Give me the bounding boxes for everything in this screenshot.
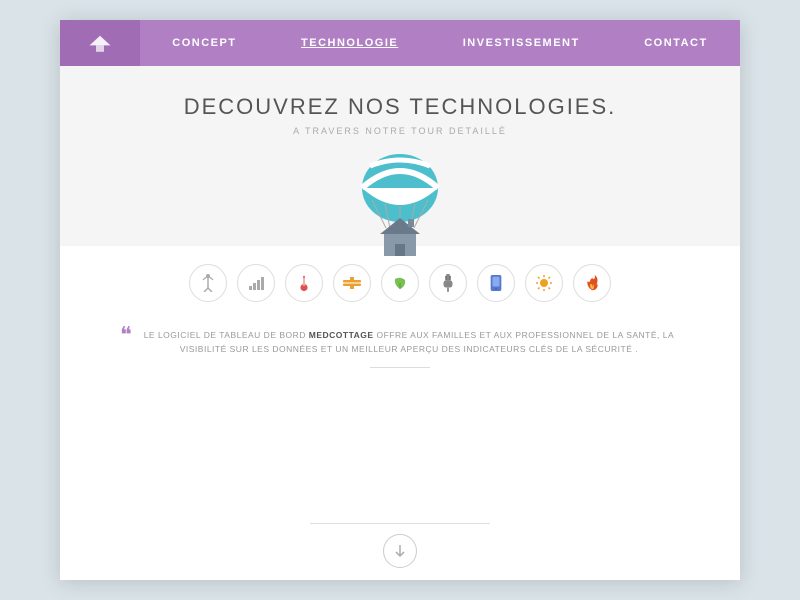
quote-brand: MEDCOTTAGE	[309, 330, 374, 340]
leaf-icon	[392, 275, 408, 291]
bottom-section	[60, 384, 740, 580]
icon-signal[interactable]	[237, 264, 275, 302]
navbar: CONCEPT TECHNOLOGIE INVESTISSEMENT CONTA…	[60, 20, 740, 66]
signal-icon	[248, 276, 264, 290]
nav-investissement[interactable]: INVESTISSEMENT	[453, 20, 590, 66]
hero-subtitle: A TRAVERS NOTRE TOUR DETAILLÉ	[293, 126, 507, 136]
nav-contact[interactable]: CONTACT	[634, 20, 717, 66]
nav-logo[interactable]	[60, 20, 140, 66]
nav-technologie[interactable]: TECHNOLOGIE	[291, 20, 408, 66]
icon-plug[interactable]	[429, 264, 467, 302]
thermometer-icon	[299, 274, 309, 292]
hero-title: DECOUVREZ NOS TECHNOLOGIES.	[184, 94, 617, 120]
parachute-svg	[340, 146, 460, 261]
icon-antenna[interactable]	[189, 264, 227, 302]
icon-fire[interactable]	[573, 264, 611, 302]
icon-tablet[interactable]	[477, 264, 515, 302]
icon-thermometer[interactable]	[285, 264, 323, 302]
parachute-illustration	[340, 146, 460, 256]
quote-divider	[370, 367, 430, 368]
logo-icon	[88, 33, 112, 53]
icon-sun[interactable]	[525, 264, 563, 302]
plug-icon	[442, 274, 454, 292]
arrow-down-icon	[394, 544, 406, 558]
quote-text: LE LOGICIEL DE TABLEAU DE BORD MEDCOTTAG…	[120, 328, 680, 357]
quote-section: ❝ LE LOGICIEL DE TABLEAU DE BORD MEDCOTT…	[60, 314, 740, 384]
nav-concept[interactable]: CONCEPT	[162, 20, 246, 66]
page-wrapper: CONCEPT TECHNOLOGIE INVESTISSEMENT CONTA…	[60, 20, 740, 580]
fire-icon	[585, 274, 599, 292]
icon-tools[interactable]	[333, 264, 371, 302]
nav-links: CONCEPT TECHNOLOGIE INVESTISSEMENT CONTA…	[140, 20, 740, 66]
quote-mark: ❝	[120, 324, 132, 346]
scroll-down-button[interactable]	[383, 534, 417, 568]
sun-icon	[535, 274, 553, 292]
quote-block: ❝ LE LOGICIEL DE TABLEAU DE BORD MEDCOTT…	[120, 328, 680, 357]
icon-leaf[interactable]	[381, 264, 419, 302]
tools-icon	[343, 276, 361, 290]
hero-section: DECOUVREZ NOS TECHNOLOGIES. A TRAVERS NO…	[60, 66, 740, 246]
antenna-icon	[200, 274, 216, 292]
bottom-line	[310, 523, 490, 524]
tablet-icon	[489, 275, 503, 291]
quote-before: LE LOGICIEL DE TABLEAU DE BORD	[144, 330, 309, 340]
